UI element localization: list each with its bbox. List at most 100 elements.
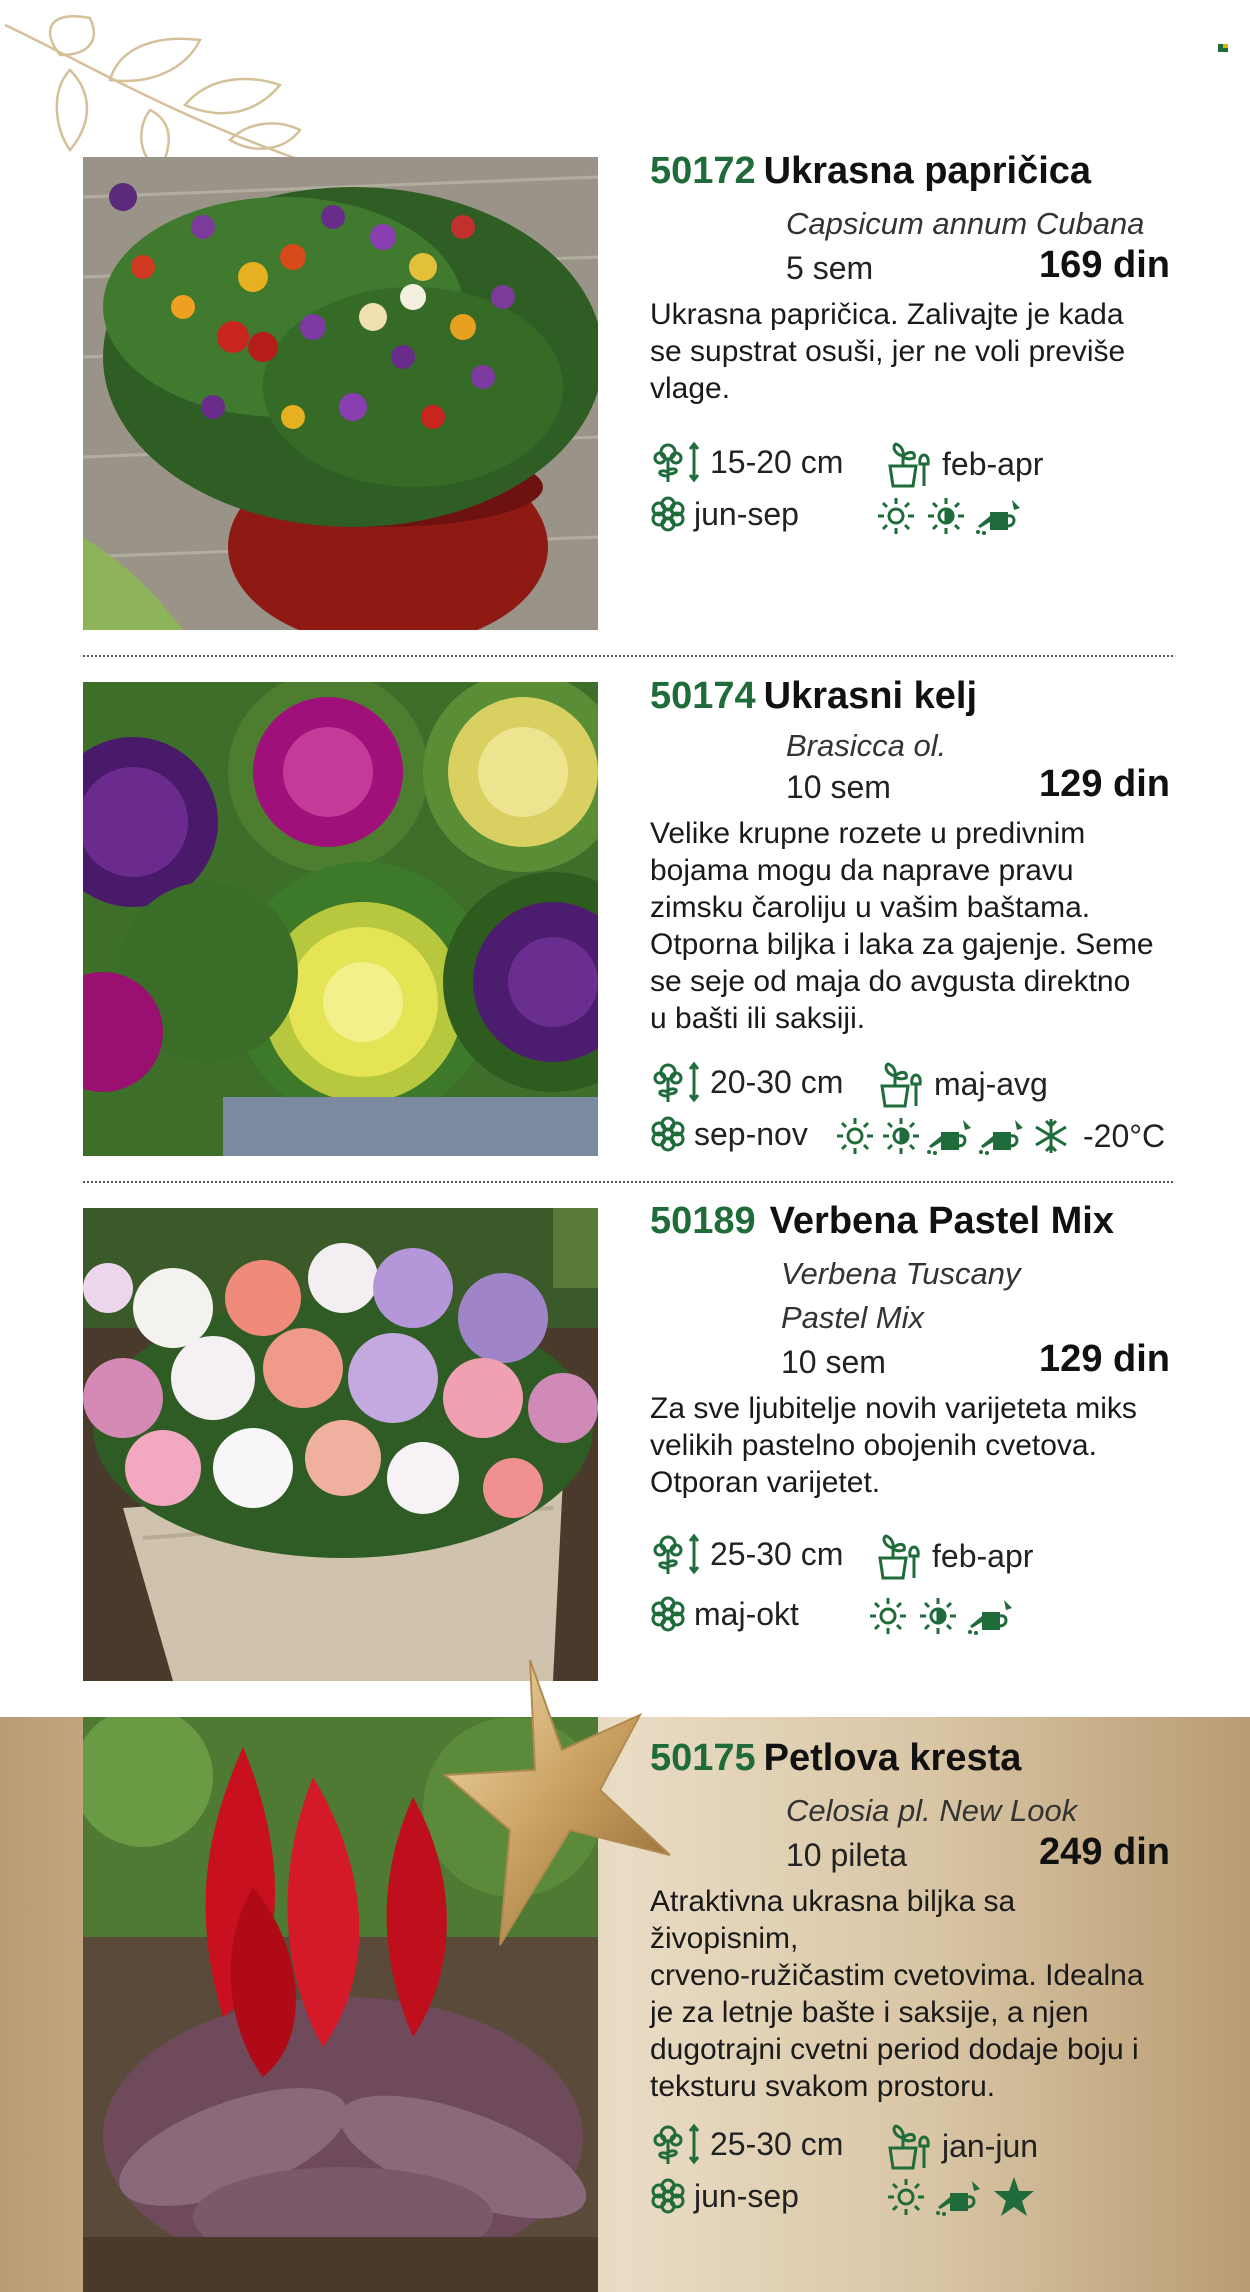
description-line: Za sve ljubitelje novih varijeteta miks — [650, 1392, 1137, 1425]
flowering-spec: jun-sep — [650, 492, 799, 536]
description-line: bojama mogu da naprave pravu — [650, 854, 1074, 887]
description: Velike krupne rozete u predivnim bojama … — [650, 815, 1170, 1037]
care-icons — [868, 1596, 1014, 1636]
watering-can-icon — [936, 2181, 980, 2216]
seedling-pot-icon — [878, 1534, 920, 1580]
flowering-period: maj-okt — [694, 1596, 799, 1632]
section-divider — [83, 1181, 1173, 1183]
product-info: 50174 Ukrasni kelj Brasicca ol. 10 sem 12… — [650, 675, 1170, 1037]
half-shade-icon — [883, 1118, 919, 1154]
product-name: Ukrasni kelj — [763, 675, 978, 717]
height-value: 15-20 cm — [710, 444, 844, 480]
seedling-pot-icon — [888, 2124, 930, 2170]
description-line: Otporna biljka i laka za gajenje. Seme — [650, 928, 1154, 961]
product-specs: 25-30 cm feb-apr maj-okt — [650, 1532, 1170, 1635]
flowering-spec: maj-okt — [650, 1592, 799, 1636]
product-photo-pepper — [83, 157, 598, 630]
plant-height-icon — [653, 1061, 700, 1103]
frost-icon — [1035, 1119, 1067, 1153]
sun-icon — [837, 1118, 873, 1154]
description-line: je za letnje bašte i saksije, a njen — [650, 1996, 1089, 2029]
product-title: 50172 Ukrasna papričica — [650, 150, 1170, 202]
height-spec: 15-20 cm — [650, 440, 843, 484]
latin-name: Verbena Tuscany — [781, 1256, 1021, 1291]
product-name: Ukrasna papričica — [763, 150, 1092, 192]
product-specs: 20-30 cm maj-avg sep-nov -20°C — [650, 1060, 1210, 1160]
seedling-pot-icon — [880, 1062, 922, 1108]
quantity: 5 sem — [786, 250, 874, 286]
plant-height-icon — [653, 441, 700, 483]
plant-height-icon — [653, 1533, 700, 1575]
flower-icon — [651, 496, 685, 532]
price: 129 din — [1039, 1338, 1170, 1380]
star-icon — [994, 2177, 1034, 2216]
sowing-period: feb-apr — [932, 1538, 1034, 1574]
product-photo-verbena — [83, 1208, 598, 1681]
flowering-period: jun-sep — [694, 496, 799, 532]
product-code: 50172 — [650, 150, 756, 192]
sowing-spec: feb-apr — [886, 440, 1043, 488]
plant-height-icon — [653, 2123, 700, 2165]
latin-name: Capsicum annum Cubana — [786, 206, 1145, 241]
product-name: Verbena Pastel Mix — [769, 1200, 1114, 1242]
sowing-period: jan-jun — [942, 2128, 1039, 2164]
price: 169 din — [1039, 244, 1170, 286]
product-title: 50174 Ukrasni kelj — [650, 675, 1170, 727]
sowing-period: maj-avg — [934, 1066, 1048, 1102]
care-icons: -20°C — [835, 1116, 1165, 1156]
description-line: zimsku čaroliju u vašim baštama. — [650, 891, 1091, 924]
flowering-spec: jun-sep — [650, 2174, 799, 2218]
flowering-period: sep-nov — [694, 1116, 808, 1152]
description-line: se supstrat osuši, jer ne voli previše — [650, 335, 1126, 368]
flower-icon — [651, 1116, 685, 1152]
description-line: Otporan varijetet. — [650, 1466, 881, 1499]
quantity: 10 sem — [786, 769, 891, 805]
care-icons — [886, 2176, 1036, 2218]
description-line: teksturu svakom prostoru. — [650, 2070, 996, 2103]
latin-name: Brasicca ol. — [786, 728, 947, 763]
sowing-spec: jan-jun — [886, 2122, 1038, 2170]
quantity-price-row: 10 sem 129 din — [781, 1338, 1170, 1384]
half-shade-icon — [928, 498, 964, 534]
half-shade-icon — [920, 1598, 956, 1634]
sowing-period: feb-apr — [942, 446, 1044, 482]
description-line: velikih pastelno obojenih cvetova. — [650, 1429, 1097, 1462]
description-line: dugotrajni cvetni period dodaje boju i — [650, 2033, 1139, 2066]
sowing-spec: maj-avg — [878, 1060, 1048, 1108]
latin-name: Pastel Mix — [781, 1300, 924, 1335]
product-info: 50189 Verbena Pastel Mix Verbena Tuscany … — [650, 1200, 1170, 1501]
description-line: vlage. — [650, 372, 731, 405]
quantity-price-row: 5 sem 169 din — [786, 244, 1170, 290]
product-title: 50175 Petlova kresta — [650, 1737, 1170, 1789]
product-code: 50189 — [650, 1200, 756, 1242]
sun-icon — [888, 2179, 924, 2215]
section-divider — [83, 655, 1173, 657]
watering-can-icon — [976, 500, 1020, 535]
gold-star-decoration — [442, 1659, 671, 1946]
flower-icon — [651, 1596, 685, 1632]
care-icons — [876, 496, 1022, 536]
description: Atraktivna ukrasna biljka sa živopisnim,… — [650, 1883, 1170, 2105]
product-info: 50175 Petlova kresta Celosia pl. New Look… — [650, 1737, 1170, 2105]
description-line: Ukrasna papričica. Zalivajte je kada — [650, 298, 1124, 331]
sun-icon — [878, 498, 914, 534]
product-title: 50189 Verbena Pastel Mix — [650, 1200, 1170, 1252]
description-line: Velike krupne rozete u predivnim — [650, 817, 1086, 850]
product-specs: 25-30 cm jan-jun jun-sep — [650, 2122, 1170, 2222]
sun-icon — [870, 1598, 906, 1634]
description: Za sve ljubitelje novih varijeteta miks … — [650, 1390, 1170, 1501]
description-line: u bašti ili saksiji. — [650, 1002, 866, 1035]
product-specs: 15-20 cm feb-apr jun-sep — [650, 440, 1170, 540]
watering-can-icon — [968, 1600, 1012, 1635]
flowering-spec: sep-nov — [650, 1112, 808, 1156]
description: Ukrasna papričica. Zalivajte je kada se … — [650, 296, 1170, 407]
seedling-pot-icon — [888, 442, 930, 488]
height-spec: 25-30 cm — [650, 2122, 843, 2166]
quantity: 10 pileta — [786, 1837, 907, 1873]
price: 129 din — [1039, 763, 1170, 805]
height-value: 25-30 cm — [710, 2126, 844, 2162]
watering-can-icon — [927, 1120, 971, 1155]
height-value: 20-30 cm — [710, 1064, 844, 1100]
product-name: Petlova kresta — [763, 1737, 1022, 1779]
latin-name: Celosia pl. New Look — [786, 1793, 1078, 1828]
